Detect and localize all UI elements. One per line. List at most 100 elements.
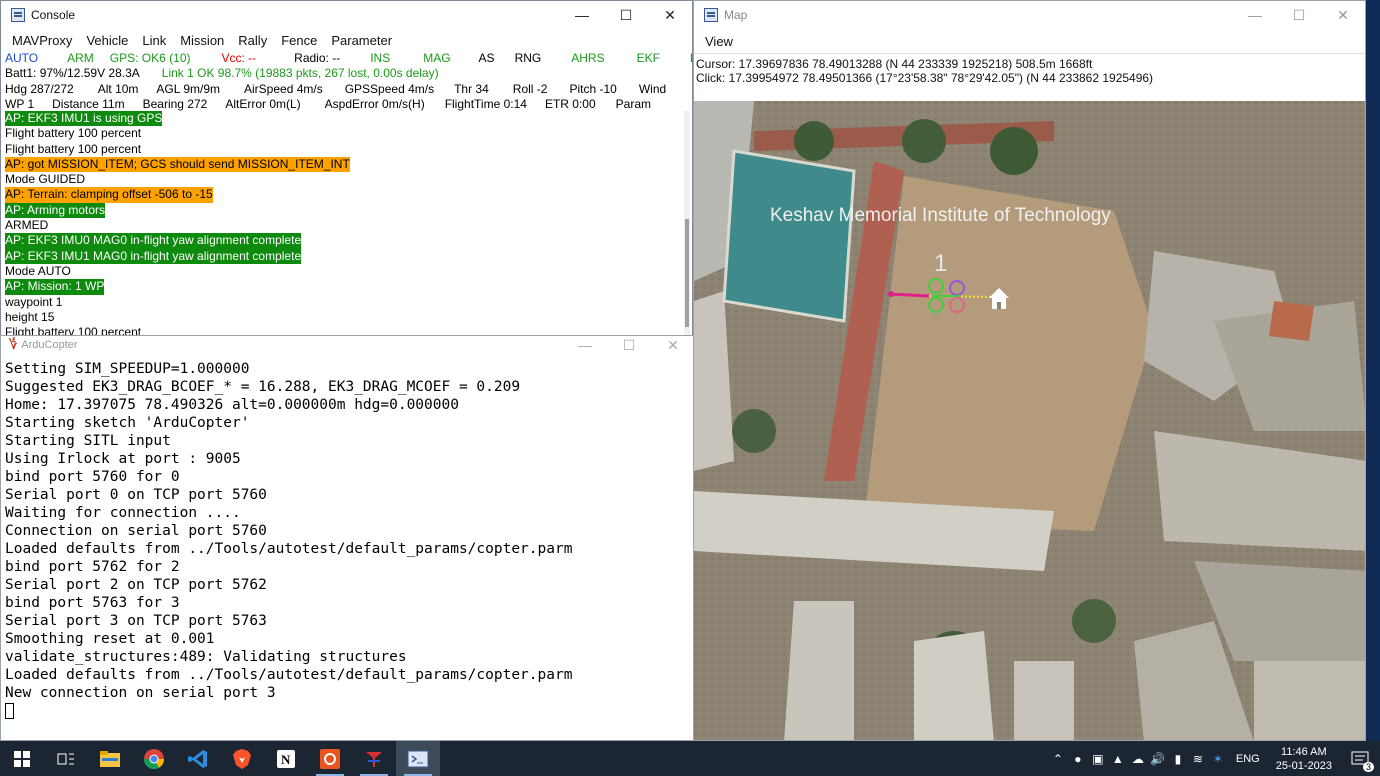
chevron-up-icon[interactable]: ⌃ [1048, 752, 1068, 766]
maximize-button[interactable]: ☐ [1277, 1, 1321, 29]
log-text: waypoint 1 [5, 294, 63, 309]
language-indicator[interactable]: ENG [1228, 753, 1268, 765]
clock-time: 11:46 AM [1281, 745, 1327, 758]
cloud-icon[interactable]: ☁ [1128, 752, 1148, 766]
map-app-icon [704, 8, 718, 22]
terminal-output[interactable]: Setting SIM_SPEEDUP=1.000000 Suggested EK… [1, 354, 695, 720]
menu-fence[interactable]: Fence [274, 33, 324, 48]
close-button[interactable]: ✕ [648, 1, 692, 29]
ardupilot-button[interactable] [352, 741, 396, 776]
status-value: AirSpeed 4m/s [244, 81, 323, 96]
menu-rally[interactable]: Rally [231, 33, 274, 48]
terminal-line: bind port 5760 for 0 [5, 469, 180, 485]
scrollbar-thumb[interactable] [685, 219, 689, 327]
status-flag: ARM [67, 51, 94, 65]
menu-vehicle[interactable]: Vehicle [79, 33, 135, 48]
waypoint-label: 1 [934, 250, 947, 277]
log-text: AP: EKF3 IMU1 MAG0 in-flight yaw alignme… [5, 248, 302, 264]
volume-icon[interactable]: 🔊 [1148, 752, 1168, 766]
maximize-button[interactable]: ☐ [607, 336, 651, 354]
terminal-line: Starting sketch 'ArduCopter' [5, 415, 250, 431]
log-line: Flight battery 100 percent [5, 142, 685, 157]
log-text: ARMED [5, 218, 49, 233]
satellite-map[interactable]: 1 Keshav Memorial Institute of Technolog… [694, 101, 1365, 740]
bluetooth-icon[interactable]: ✶ [1208, 752, 1228, 766]
log-text: height 15 [5, 309, 55, 324]
link-status: Link 1 OK 98.7% (19883 pkts, 267 lost, 0… [161, 66, 439, 81]
maximize-button[interactable]: ☐ [604, 1, 648, 29]
clock[interactable]: 11:46 AM 25-01-2023 [1268, 745, 1340, 773]
arducopter-titlebar[interactable]: ؇ ArduCopter — ☐ ✕ [1, 336, 695, 354]
minimize-button[interactable]: — [560, 1, 604, 29]
status-flag: MAG [423, 51, 451, 65]
console-menubar: MAVProxy Vehicle Link Mission Rally Fence Para… [1, 29, 692, 51]
security-icon[interactable]: ● [1068, 752, 1088, 766]
menu-mavproxy[interactable]: MAVProxy [5, 33, 79, 48]
menu-parameter[interactable]: Parameter [324, 33, 399, 48]
status-value: AspdError 0m/s(H) [324, 96, 425, 111]
map-titlebar[interactable]: Map — ☐ ✕ [694, 1, 1365, 29]
status-flag: EKF [636, 51, 660, 65]
log-line: Mode GUIDED [5, 172, 685, 187]
terminal-prompt[interactable] [5, 702, 695, 720]
minimize-button[interactable]: — [1233, 1, 1277, 29]
mavproxy-button[interactable] [396, 741, 440, 776]
terminal-line: Starting SITL input [5, 433, 171, 449]
arducopter-title: ArduCopter [21, 339, 78, 351]
status-value: AltError 0m(L) [225, 96, 301, 111]
ardupilot-icon [366, 751, 382, 767]
message-log[interactable]: AP: EKF3 IMU1 is using GPS Flight battery… [1, 111, 685, 337]
chrome-button[interactable] [132, 741, 176, 776]
mavproxy-icon [407, 750, 429, 767]
battery-icon[interactable]: ▮ [1168, 752, 1188, 766]
network-share-icon[interactable]: ▲ [1108, 752, 1128, 766]
start-button[interactable] [0, 741, 44, 776]
minimize-button[interactable]: — [563, 336, 607, 354]
wifi-icon[interactable]: ≋ [1188, 752, 1208, 766]
status-flag: INS [370, 51, 391, 65]
terminal-line: Loaded defaults from ../Tools/autotest/d… [5, 667, 573, 683]
status-value: Roll -2 [512, 81, 548, 96]
terminal-line: Serial port 3 on TCP port 5763 [5, 613, 267, 629]
map-window: Map — ☐ ✕ View Cursor: 17.39697836 78.49… [693, 0, 1366, 741]
menu-link[interactable]: Link [135, 33, 173, 48]
log-scrollbar[interactable] [684, 111, 690, 336]
notion-icon: N [277, 749, 295, 768]
status-row-waypoint: WP 1 Distance 11m Bearing 272 AltError 0m(L… [5, 97, 692, 111]
terminal-line: Serial port 0 on TCP port 5760 [5, 487, 267, 503]
display-icon[interactable]: ▣ [1088, 752, 1108, 766]
vscode-icon [188, 749, 207, 768]
log-line: Mode AUTO [5, 264, 685, 279]
file-explorer-button[interactable] [88, 741, 132, 776]
task-view-button[interactable] [44, 741, 88, 776]
status-row-attitude: Hdg 287/272 Alt 10m AGL 9m/9m AirSpeed 4m/s… [5, 82, 692, 97]
status-flag: AHRS [571, 51, 605, 65]
notification-button[interactable]: 3 [1340, 741, 1380, 776]
log-text: Flight battery 100 percent [5, 126, 142, 141]
log-line: AP: EKF3 IMU1 is using GPS [5, 111, 685, 127]
brave-icon [233, 748, 251, 769]
status-value: AGL 9m/9m [156, 81, 220, 96]
menu-mission[interactable]: Mission [173, 33, 231, 48]
chrome-icon [144, 748, 164, 769]
battery-status: Batt1: 97%/12.59V 28.3A [5, 66, 140, 81]
close-button[interactable]: ✕ [1321, 1, 1365, 29]
vscode-button[interactable] [176, 741, 220, 776]
console-titlebar[interactable]: Console — ☐ ✕ [1, 1, 692, 29]
menu-view[interactable]: View [698, 34, 740, 49]
brave-button[interactable] [220, 741, 264, 776]
ubuntu-button[interactable] [308, 741, 352, 776]
terminal-line: validate_structures:489: Validating stru… [5, 649, 407, 665]
status-panel: AUTO ARM GPS: OK6 (10) Vcc: -- Radio: -- INS M… [1, 51, 692, 111]
status-value: Param [615, 96, 651, 111]
terminal-line: Waiting for connection .... [5, 505, 241, 521]
notion-button[interactable]: N [264, 741, 308, 776]
status-value: Pitch -10 [569, 81, 617, 96]
terminal-line: Loaded defaults from ../Tools/autotest/d… [5, 541, 573, 557]
status-value: Alt 10m [97, 81, 139, 96]
console-title: Console [31, 8, 76, 22]
close-button[interactable]: ✕ [651, 336, 695, 354]
terminal-line: New connection on serial port 3 [5, 685, 276, 701]
log-line: AP: Arming motors [5, 202, 685, 219]
log-line: AP: EKF3 IMU1 MAG0 in-flight yaw alignme… [5, 248, 685, 264]
